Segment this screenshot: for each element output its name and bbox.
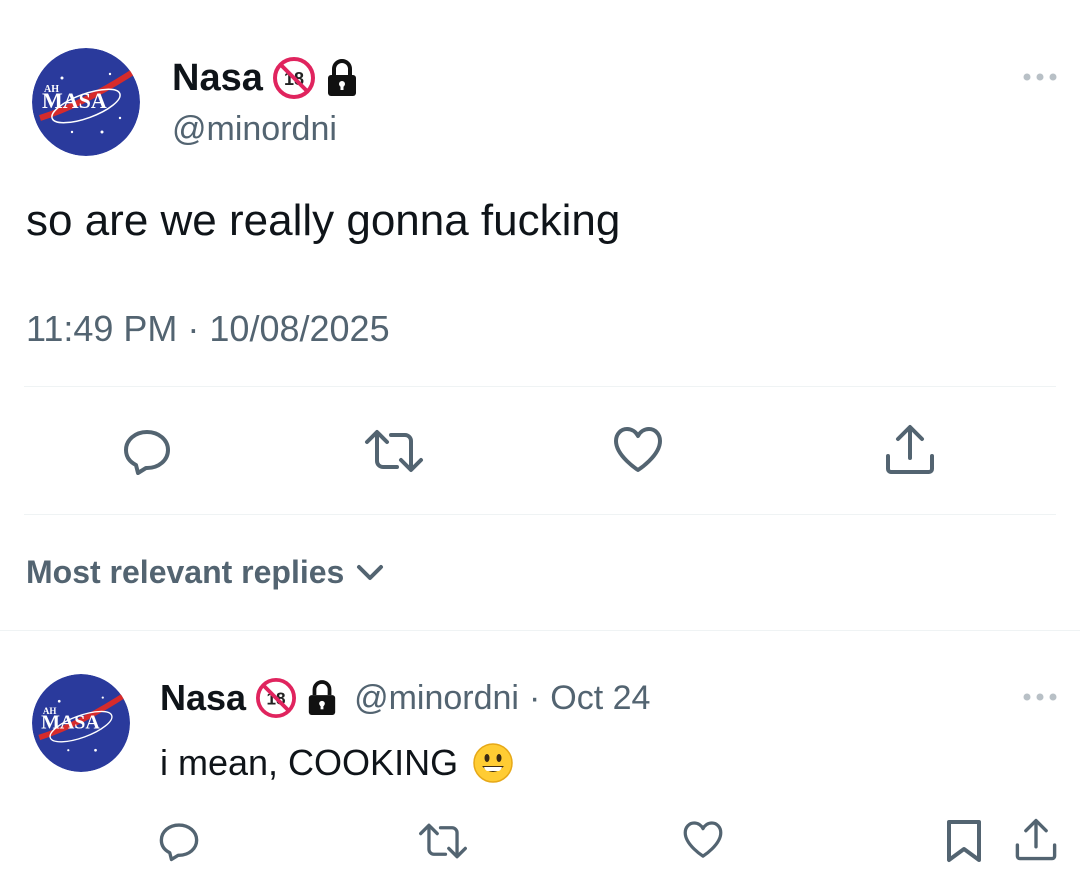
author-display-name[interactable]: Nasa — [172, 57, 263, 100]
author-handle[interactable]: @minordni — [172, 110, 337, 149]
reply-header-row: Nasa 18 @minordni · Oct 24 — [160, 674, 650, 722]
more-options-icon[interactable] — [1020, 70, 1060, 84]
grinning-face-emoji — [472, 742, 514, 784]
svg-text:MASA: MASA — [42, 88, 107, 113]
retweet-icon[interactable] — [364, 428, 424, 474]
replies-sort-label: Most relevant replies — [26, 554, 345, 590]
share-icon[interactable] — [884, 424, 936, 476]
no-under-18-icon: 18 — [256, 678, 297, 718]
divider — [24, 514, 1056, 515]
like-icon[interactable] — [612, 426, 664, 474]
retweet-icon[interactable] — [418, 822, 468, 860]
like-icon[interactable] — [682, 820, 724, 860]
tweet-text: so are we really gonna fucking — [26, 196, 621, 245]
reply-text-row: i mean, COOKING — [160, 742, 514, 784]
tweet-timestamp[interactable]: 11:49 PM · 10/08/2025 — [26, 308, 390, 350]
divider — [0, 630, 1080, 631]
share-icon[interactable] — [1014, 818, 1058, 862]
replies-sort-dropdown[interactable]: Most relevant replies — [26, 554, 384, 591]
bookmark-icon[interactable] — [944, 818, 984, 864]
no-under-18-icon: 18 — [272, 57, 315, 99]
more-options-icon[interactable] — [1020, 690, 1060, 704]
reply-icon[interactable] — [122, 426, 172, 476]
chevron-down-icon — [356, 564, 384, 582]
reply-icon[interactable] — [158, 820, 200, 862]
reply-date[interactable]: Oct 24 — [550, 679, 650, 718]
reply-author-handle[interactable]: @minordni — [354, 679, 519, 718]
author-name-row: Nasa 18 — [172, 54, 359, 102]
author-avatar[interactable]: AH MASA — [32, 48, 140, 156]
reply-author-avatar[interactable]: AH MASA — [32, 674, 130, 772]
lock-icon — [325, 58, 359, 98]
lock-icon — [306, 679, 338, 717]
reply-separator: · — [528, 678, 541, 717]
reply-text: i mean, COOKING — [160, 742, 459, 783]
reply-author-display-name[interactable]: Nasa — [160, 677, 246, 719]
divider — [24, 386, 1056, 387]
svg-text:MASA: MASA — [41, 711, 100, 733]
